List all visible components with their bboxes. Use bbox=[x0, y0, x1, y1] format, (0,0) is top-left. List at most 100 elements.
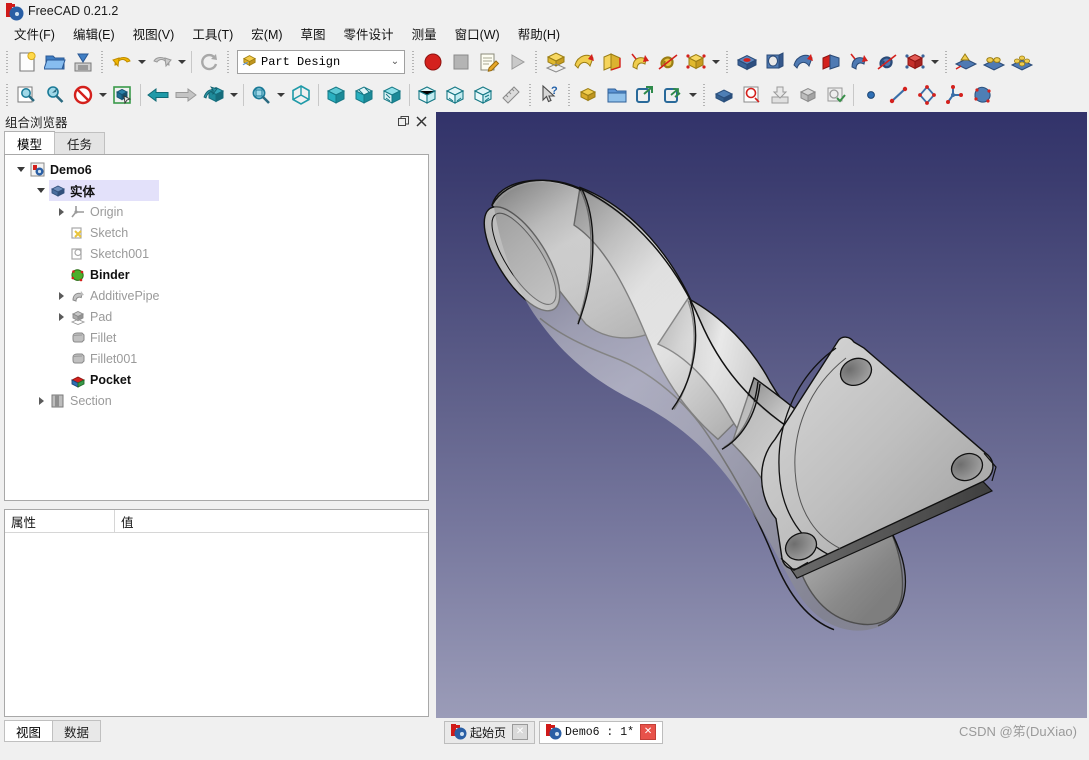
menu-view[interactable]: 视图(V) bbox=[124, 21, 184, 46]
whats-this-icon[interactable]: ? bbox=[536, 81, 564, 109]
open-document-icon[interactable] bbox=[41, 48, 69, 76]
menu-measure[interactable]: 测量 bbox=[403, 21, 446, 46]
chevron-down-icon[interactable]: ⌄ bbox=[386, 56, 404, 67]
tab-data[interactable]: 数据 bbox=[52, 720, 102, 742]
toolbar-grip[interactable] bbox=[225, 50, 232, 73]
refresh-icon[interactable] bbox=[195, 48, 223, 76]
toolbar-grip[interactable] bbox=[724, 50, 731, 73]
tree-item-sketch[interactable]: Sketch bbox=[5, 222, 428, 243]
create-part-icon[interactable] bbox=[575, 81, 603, 109]
tab-tasks[interactable]: 任务 bbox=[54, 132, 106, 154]
tab-model[interactable]: 模型 bbox=[4, 131, 56, 154]
menu-part-design[interactable]: 零件设计 bbox=[335, 21, 403, 46]
chevron-right-icon[interactable] bbox=[53, 306, 69, 327]
save-document-icon[interactable] bbox=[69, 48, 97, 76]
tree-item-origin[interactable]: Origin bbox=[5, 201, 428, 222]
tree-item-additivepipe[interactable]: AdditivePipe bbox=[5, 285, 428, 306]
front-view-icon[interactable] bbox=[322, 81, 350, 109]
link-group-icon[interactable] bbox=[659, 81, 687, 109]
chevron-right-icon[interactable] bbox=[33, 390, 49, 411]
create-group-icon[interactable] bbox=[603, 81, 631, 109]
toolbar-grip[interactable] bbox=[4, 50, 11, 73]
tab-view[interactable]: 视图 bbox=[4, 720, 54, 742]
previous-view-icon[interactable] bbox=[144, 81, 172, 109]
tree-item-fillet001[interactable]: Fillet001 bbox=[5, 348, 428, 369]
doc-tab-start-page[interactable]: 起始页 ✕ bbox=[444, 720, 536, 744]
close-icon[interactable] bbox=[413, 113, 429, 129]
menu-macro[interactable]: 宏(M) bbox=[242, 21, 291, 46]
3d-viewport[interactable] bbox=[436, 112, 1087, 718]
chevron-right-icon[interactable] bbox=[53, 201, 69, 222]
datum-icon[interactable] bbox=[941, 81, 969, 109]
subtractive-primitive-dropdown-icon[interactable] bbox=[929, 48, 941, 76]
bottom-view-icon[interactable] bbox=[441, 81, 469, 109]
toolbar-grip[interactable] bbox=[410, 50, 417, 73]
subtractive-helix-icon[interactable] bbox=[873, 48, 901, 76]
create-sketch-icon[interactable] bbox=[710, 81, 738, 109]
subtractive-loft-icon[interactable] bbox=[817, 48, 845, 76]
macro-stop-icon[interactable] bbox=[447, 48, 475, 76]
redo-dropdown-icon[interactable] bbox=[176, 48, 188, 76]
subtractive-primitive-icon[interactable] bbox=[901, 48, 929, 76]
doc-tab-demo6[interactable]: Demo6 : 1* ✕ bbox=[539, 720, 664, 744]
toolbar-grip[interactable] bbox=[527, 83, 534, 106]
macro-execute-icon[interactable] bbox=[503, 48, 531, 76]
menu-file[interactable]: 文件(F) bbox=[5, 21, 64, 46]
draw-style-dropdown-icon[interactable] bbox=[97, 81, 109, 109]
measure-icon[interactable] bbox=[497, 81, 525, 109]
right-view-icon[interactable] bbox=[378, 81, 406, 109]
additive-primitive-icon[interactable] bbox=[682, 48, 710, 76]
new-document-icon[interactable] bbox=[13, 48, 41, 76]
axonometric-icon[interactable] bbox=[287, 81, 315, 109]
additive-loft-icon[interactable] bbox=[598, 48, 626, 76]
rear-view-icon[interactable] bbox=[413, 81, 441, 109]
pocket-icon[interactable] bbox=[733, 48, 761, 76]
fit-all-icon[interactable] bbox=[13, 81, 41, 109]
tree-item-binder[interactable]: Binder bbox=[5, 264, 428, 285]
pad-icon[interactable] bbox=[542, 48, 570, 76]
tree-item-fillet[interactable]: Fillet bbox=[5, 327, 428, 348]
polar-pattern-icon[interactable] bbox=[1008, 48, 1036, 76]
attach-sketch-icon[interactable] bbox=[766, 81, 794, 109]
redo-icon[interactable] bbox=[148, 48, 176, 76]
menu-help[interactable]: 帮助(H) bbox=[509, 21, 569, 46]
point-icon[interactable] bbox=[857, 81, 885, 109]
undo-dropdown-icon[interactable] bbox=[136, 48, 148, 76]
groove-icon[interactable] bbox=[789, 48, 817, 76]
tree-item-pocket[interactable]: Pocket bbox=[5, 369, 428, 390]
chevron-down-icon[interactable] bbox=[13, 159, 29, 180]
validate-sketch-icon[interactable] bbox=[794, 81, 822, 109]
next-view-icon[interactable] bbox=[172, 81, 200, 109]
menu-window[interactable]: 窗口(W) bbox=[446, 21, 509, 46]
undo-icon[interactable] bbox=[108, 48, 136, 76]
workbench-selector[interactable]: Part Design ⌄ bbox=[237, 49, 405, 74]
zoom-box-icon[interactable] bbox=[247, 81, 275, 109]
tree-item-sketch001[interactable]: Sketch001 bbox=[5, 243, 428, 264]
shape-binder-icon[interactable] bbox=[969, 81, 997, 109]
close-icon[interactable]: ✕ bbox=[640, 724, 657, 740]
additive-helix-icon[interactable] bbox=[654, 48, 682, 76]
line-icon[interactable] bbox=[885, 81, 913, 109]
top-view-icon[interactable] bbox=[350, 81, 378, 109]
left-view-icon[interactable] bbox=[469, 81, 497, 109]
subtractive-pipe-icon[interactable] bbox=[845, 48, 873, 76]
toolbar-grip[interactable] bbox=[943, 50, 950, 73]
mirrored-icon[interactable] bbox=[952, 48, 980, 76]
toolbar-grip[interactable] bbox=[566, 83, 573, 106]
tree-item-demo6[interactable]: Demo6 bbox=[5, 159, 428, 180]
selection-view-icon[interactable] bbox=[109, 81, 137, 109]
tree-item--[interactable]: 实体 bbox=[5, 180, 428, 201]
fit-selection-icon[interactable] bbox=[41, 81, 69, 109]
edit-sketch-icon[interactable] bbox=[738, 81, 766, 109]
toolbar-grip[interactable] bbox=[99, 50, 106, 73]
close-icon[interactable]: ✕ bbox=[512, 724, 529, 740]
std-views-dropdown-icon[interactable] bbox=[228, 81, 240, 109]
restore-icon[interactable] bbox=[395, 113, 411, 129]
chevron-down-icon[interactable] bbox=[33, 180, 49, 201]
menu-sketch[interactable]: 草图 bbox=[292, 21, 335, 46]
model-tree-panel[interactable]: Demo6 实体 Origin Sketch Sketch001 Binder Additi… bbox=[4, 154, 429, 501]
toolbar-grip[interactable] bbox=[4, 83, 11, 106]
additive-pipe-icon[interactable] bbox=[626, 48, 654, 76]
menu-edit[interactable]: 编辑(E) bbox=[64, 21, 124, 46]
menu-tools[interactable]: 工具(T) bbox=[183, 21, 242, 46]
